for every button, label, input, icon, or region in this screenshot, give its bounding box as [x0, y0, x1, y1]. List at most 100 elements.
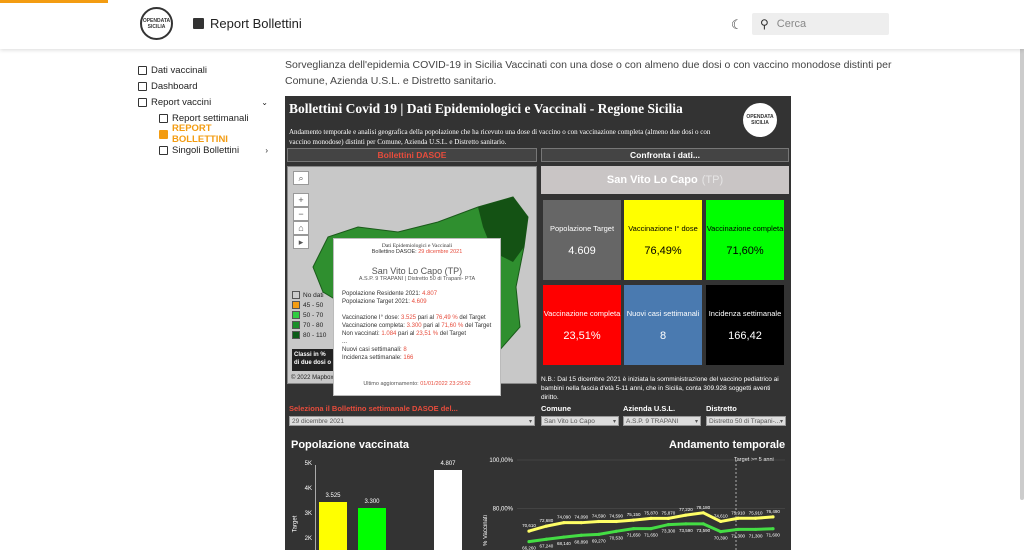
bar[interactable] [319, 501, 347, 550]
app-title[interactable]: Report Bollettini [193, 16, 302, 31]
legend-swatch [292, 321, 300, 329]
data-label: 71,300 [731, 533, 745, 538]
data-label: 70,390 [714, 536, 728, 541]
pediatric-note: N.B.: Dal 15 dicembre 2021 è iniziata la… [541, 376, 779, 401]
selected-city-header: San Vito Lo Capo (TP) [541, 166, 789, 194]
data-label: 75,910 [749, 510, 763, 515]
tooltip-pop-res: Popolazione Residente 2021: 4.807 [342, 291, 438, 297]
app-title-text: Report Bollettini [210, 16, 302, 31]
legend-swatch [292, 311, 300, 319]
bar-data-label: 3.525 [325, 492, 341, 499]
chevron-down-icon: ⌄ [261, 97, 268, 107]
tooltip-vaccc: Vaccinazione completa: 3.300 pari al 71,… [342, 323, 492, 329]
data-label: 74,610 [714, 513, 728, 518]
y-axis-line [315, 465, 316, 550]
data-point [649, 516, 653, 520]
chevron-down-icon: ▾ [612, 418, 616, 425]
data-label: 74,590 [609, 513, 623, 518]
kpi-vaccinazione-prima-dose: Vaccinazione I° dose 76,49% [624, 200, 702, 280]
dashboard-subtitle: Andamento temporale e analisi geografica… [289, 128, 711, 146]
trend-chart-title: Andamento temporale [669, 439, 786, 451]
scrollbar-thumb[interactable] [1020, 35, 1024, 500]
sidebar-item-dati-vaccinali[interactable]: Dati vaccinali [138, 62, 268, 78]
data-point [544, 537, 549, 541]
data-label: 68,140 [557, 541, 571, 546]
book-icon [159, 129, 168, 139]
comune-select[interactable]: San Vito Lo Capo ▾ [541, 416, 619, 426]
kpi-vaccinazione-completa: Vaccinazione completa 71,60% [706, 200, 784, 280]
data-point [562, 521, 566, 525]
pan-icon[interactable]: ▸ [293, 235, 309, 249]
data-point [527, 540, 531, 544]
data-label: 75,870 [662, 510, 676, 515]
bar-data-label: 4.807 [440, 460, 456, 467]
bar-data-label: 3.300 [364, 498, 380, 505]
data-point [666, 522, 671, 527]
legend-item: 80 - 110 [292, 330, 326, 340]
book-icon [138, 65, 147, 75]
y-axis-title: Target [292, 515, 299, 533]
chevron-down-icon: ▾ [528, 418, 532, 425]
kpi-popolazione-target: Popolazione Target 4.609 [543, 200, 621, 280]
y-tick-label: 100,00% [489, 458, 513, 464]
bar[interactable] [434, 469, 462, 550]
legend-item: 70 - 80 [292, 320, 326, 330]
data-point [701, 522, 705, 526]
y-tick-label: 80,00% [493, 506, 514, 512]
chevron-right-icon: › [265, 145, 268, 155]
home-icon[interactable]: ⌂ [293, 221, 309, 235]
sidebar-item-dashboard[interactable]: Dashboard [138, 78, 268, 94]
search-icon: ⚲ [760, 17, 769, 31]
tooltip-casi: Nuovi casi settimanali: 8 [342, 347, 407, 353]
map-tooltip: Dati Epidemiologici e Vaccinali Bolletti… [333, 238, 501, 396]
dashboard-icon [138, 81, 147, 91]
distretto-select[interactable]: Distretto 50 di Trapani-... ▾ [706, 416, 786, 426]
data-label: 69,270 [592, 538, 606, 543]
dashboard-title: Bollettini Covid 19 | Dati Epidemiologic… [289, 101, 683, 116]
search-input[interactable] [776, 18, 877, 30]
legend-swatch [292, 301, 300, 309]
data-label: 71,600 [766, 533, 780, 538]
data-point [597, 519, 601, 524]
data-point [753, 527, 758, 532]
chevron-down-icon: ▾ [694, 418, 698, 425]
zoom-out-button[interactable]: − [293, 207, 309, 221]
data-label: 73,300 [662, 529, 676, 534]
data-point [597, 532, 601, 536]
sidebar-item-report-bollettini[interactable]: REPORT BOLLETTINI [138, 123, 268, 145]
sidebar-nav: Dati vaccinali Dashboard Report vaccini ⌄… [138, 62, 268, 158]
opendata-sicilia-logo[interactable]: OPENDATA SICILIA [140, 7, 173, 40]
tooltip-asp: A.S.P. 9 TRAPANI | Distretto 50 di Trapa… [358, 276, 476, 282]
dark-mode-toggle-icon[interactable]: ☾ [731, 17, 743, 33]
tooltip-incidenza: Incidenza settimanale: 166 [342, 355, 414, 361]
zoom-in-button[interactable]: + [293, 193, 309, 207]
data-point [544, 524, 549, 528]
pop-chart-title: Popolazione vaccinata [291, 439, 409, 451]
data-label: 74,590 [592, 513, 606, 518]
tooltip-pop-target: Popolazione Target 2021: 4.609 [342, 299, 427, 305]
search-box[interactable]: ⚲ [752, 13, 889, 35]
map-search-icon[interactable]: ⌕ [293, 171, 309, 185]
data-label: 71,650 [627, 533, 641, 538]
legend-item: No dati [292, 290, 326, 300]
bar[interactable] [358, 507, 386, 550]
kpi-non-vaccinati: Vaccinazione completa 23,51% [543, 285, 621, 365]
data-label: 71,650 [644, 533, 658, 538]
tooltip-updated: Ultimo aggiornamento: 01/01/2022 23:29:0… [363, 381, 471, 387]
data-label: 75,910 [731, 510, 745, 515]
legend-item: 50 - 70 [292, 310, 326, 320]
class-label: Classi in % di due dosi o [292, 349, 334, 371]
bollettino-select-label: Seleziona il Bollettino settimanale DASO… [289, 404, 458, 413]
data-label: 66,260 [522, 546, 536, 550]
data-label: 76,490 [766, 509, 780, 514]
data-point [527, 529, 531, 533]
azienda-select[interactable]: A.S.P. 9 TRAPANI ▾ [623, 416, 701, 426]
sidebar-item-report-vaccini[interactable]: Report vaccini ⌄ [138, 94, 268, 110]
y-tick-label: 2K [304, 536, 312, 542]
bollettino-select[interactable]: 29 dicembre 2021 ▾ [289, 416, 535, 426]
data-point [579, 521, 583, 525]
map-copyright: © 2022 Mapbox [291, 375, 334, 381]
report-icon [193, 18, 204, 29]
y-tick-label: 5K [304, 461, 312, 467]
trend-line-chart: 100,00%80,00%% Vaccinati 70,61072,68074,0… [483, 458, 785, 550]
